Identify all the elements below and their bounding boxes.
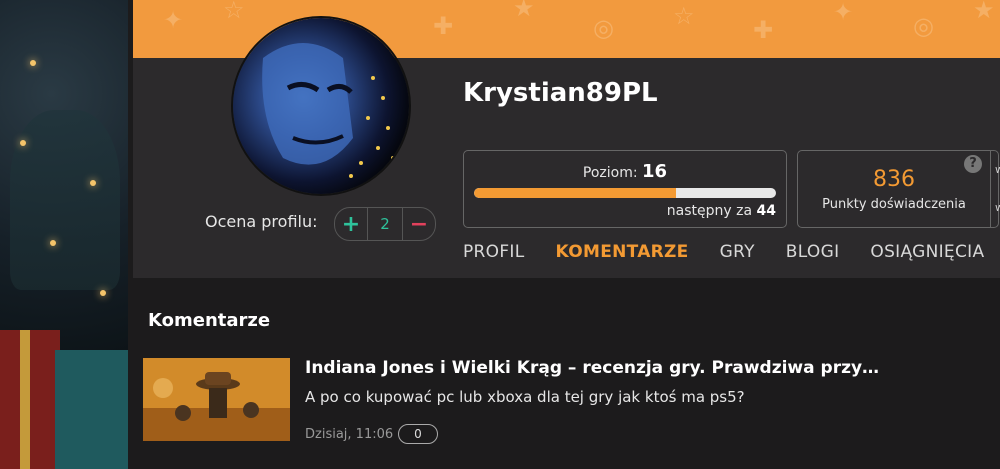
article-thumbnail[interactable] (143, 358, 290, 441)
gift-box (0, 330, 60, 469)
gift-box (55, 350, 128, 469)
tab-blogi[interactable]: BLOGI (786, 242, 840, 262)
experience-label: Punkty doświadczenia (822, 197, 966, 212)
light-dot (100, 290, 106, 296)
comment-timestamp: Dzisiaj, 11:06 (305, 427, 394, 442)
section-title: Komentarze (148, 310, 271, 331)
rate-up-button[interactable]: + (335, 208, 367, 240)
comment-replies-badge[interactable]: 0 (398, 424, 438, 444)
experience-value: 836 (873, 167, 915, 192)
level-display: Poziom: 16 (464, 161, 786, 182)
profile-header: Krystian89PL Ocena profilu: + 2 − Poziom… (133, 16, 1000, 278)
thumbnail-image (143, 358, 290, 441)
comment-article-title[interactable]: Indiana Jones i Wielki Krąg – recenzja g… (305, 358, 879, 378)
star-pattern-icon: ★ (973, 0, 995, 24)
rate-down-button[interactable]: − (403, 208, 435, 240)
profile-tabs: PROFIL KOMENTARZE GRY BLOGI OSIĄGNIĘCIA (463, 242, 1000, 262)
comment-text: A po co kupować pc lub xboxa dla tej gry… (305, 388, 745, 406)
star-pattern-icon: ☆ (223, 0, 245, 24)
tab-osiagniecia[interactable]: OSIĄGNIĘCIA (870, 242, 984, 262)
level-progress-bar (474, 188, 776, 198)
light-dot (50, 240, 56, 246)
gamepad-pattern-icon: ✦ (163, 6, 184, 34)
gamepad-pattern-icon: ✚ (753, 16, 774, 44)
light-dot (30, 60, 36, 66)
side-stat-label: w (995, 163, 1000, 176)
gamepad-pattern-icon: ✚ (433, 12, 454, 40)
level-value: 16 (642, 161, 668, 182)
next-level-info: następny za 44 (667, 203, 776, 219)
profile-container: ✦ ☆ ✚ ★ ◎ ☆ ✚ ✦ ◎ ★ Krystian89PL Ocena p… (128, 0, 1000, 469)
light-dot (90, 180, 96, 186)
rating-value: 2 (367, 208, 403, 240)
avatar[interactable] (231, 16, 411, 196)
star-pattern-icon: ☆ (673, 2, 695, 30)
level-label: Poziom: (582, 165, 638, 181)
gamepad-pattern-icon: ◎ (913, 12, 934, 40)
tab-profil[interactable]: PROFIL (463, 242, 525, 262)
gamepad-pattern-icon: ◎ (593, 14, 614, 42)
level-card: Poziom: 16 następny za 44 (463, 150, 787, 228)
star-pattern-icon: ✦ (833, 0, 854, 26)
rating-label: Ocena profilu: (205, 212, 318, 231)
star-pattern-icon: ★ (513, 0, 535, 22)
profile-rating: + 2 − (334, 207, 436, 241)
background-tree (10, 110, 120, 290)
username: Krystian89PL (463, 78, 658, 108)
level-progress-fill (474, 188, 677, 198)
tab-komentarze[interactable]: KOMENTARZE (556, 242, 689, 262)
next-level-label: następny za (666, 203, 753, 219)
side-stat-label: w (995, 201, 1000, 214)
gift-ribbon (20, 330, 30, 469)
background-decoration (0, 0, 128, 469)
experience-card: ? 836 Punkty doświadczenia w w (797, 150, 1000, 228)
divider (990, 151, 991, 227)
comment-item[interactable]: Indiana Jones i Wielki Krąg – recenzja g… (143, 358, 993, 444)
tab-gry[interactable]: GRY (720, 242, 755, 262)
avatar-image (233, 18, 409, 194)
next-level-value: 44 (756, 203, 776, 219)
light-dot (20, 140, 26, 146)
